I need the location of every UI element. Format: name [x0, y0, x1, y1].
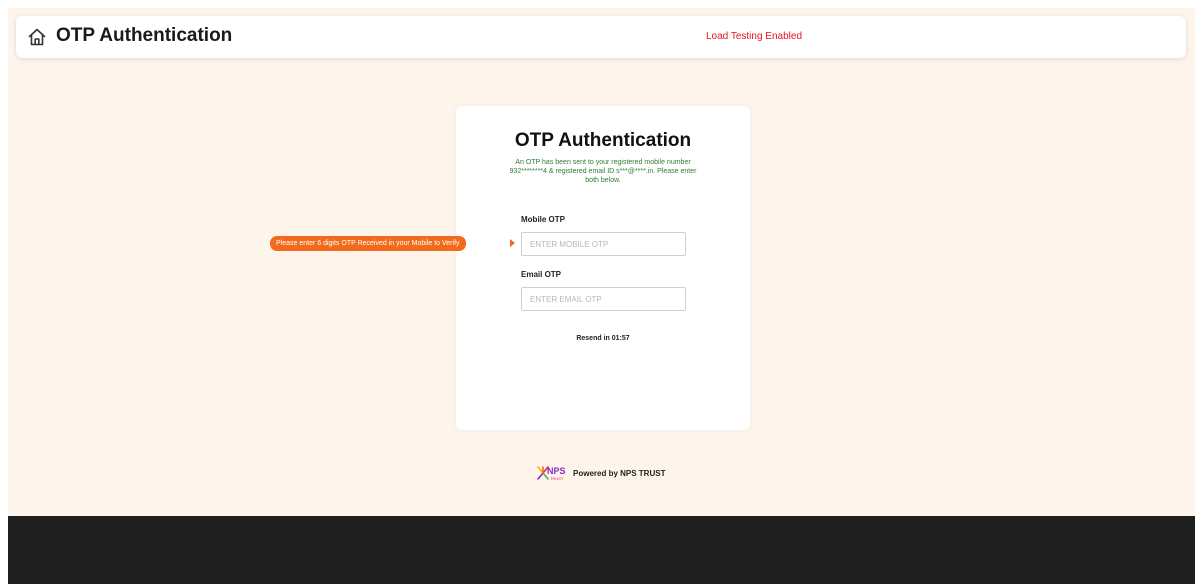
- tooltip-arrow: [510, 239, 515, 247]
- page-title: OTP Authentication: [56, 25, 233, 46]
- home-icon[interactable]: [27, 27, 47, 47]
- nps-logo-text: NPS: [547, 466, 566, 476]
- email-otp-input[interactable]: [521, 287, 686, 311]
- load-testing-status: Load Testing Enabled: [706, 31, 803, 42]
- footer-bar: [8, 516, 1195, 584]
- mobile-otp-tooltip: Please enter 6 digits OTP Received in yo…: [270, 236, 466, 251]
- mobile-otp-label: Mobile OTP: [521, 215, 565, 224]
- app-header: OTP Authentication Load Testing Enabled: [16, 16, 1186, 58]
- email-otp-label: Email OTP: [521, 270, 562, 279]
- mobile-otp-input[interactable]: [521, 232, 686, 256]
- otp-sent-message: An OTP has been sent to your registered …: [509, 159, 697, 184]
- nps-logo-subtext: TRUST: [550, 476, 564, 481]
- otp-card: OTP Authentication An OTP has been sent …: [456, 106, 750, 430]
- powered-by-text: Powered by NPS TRUST: [573, 469, 666, 478]
- card-title: OTP Authentication: [514, 130, 692, 151]
- resend-timer: Resend in 01:57: [576, 335, 630, 342]
